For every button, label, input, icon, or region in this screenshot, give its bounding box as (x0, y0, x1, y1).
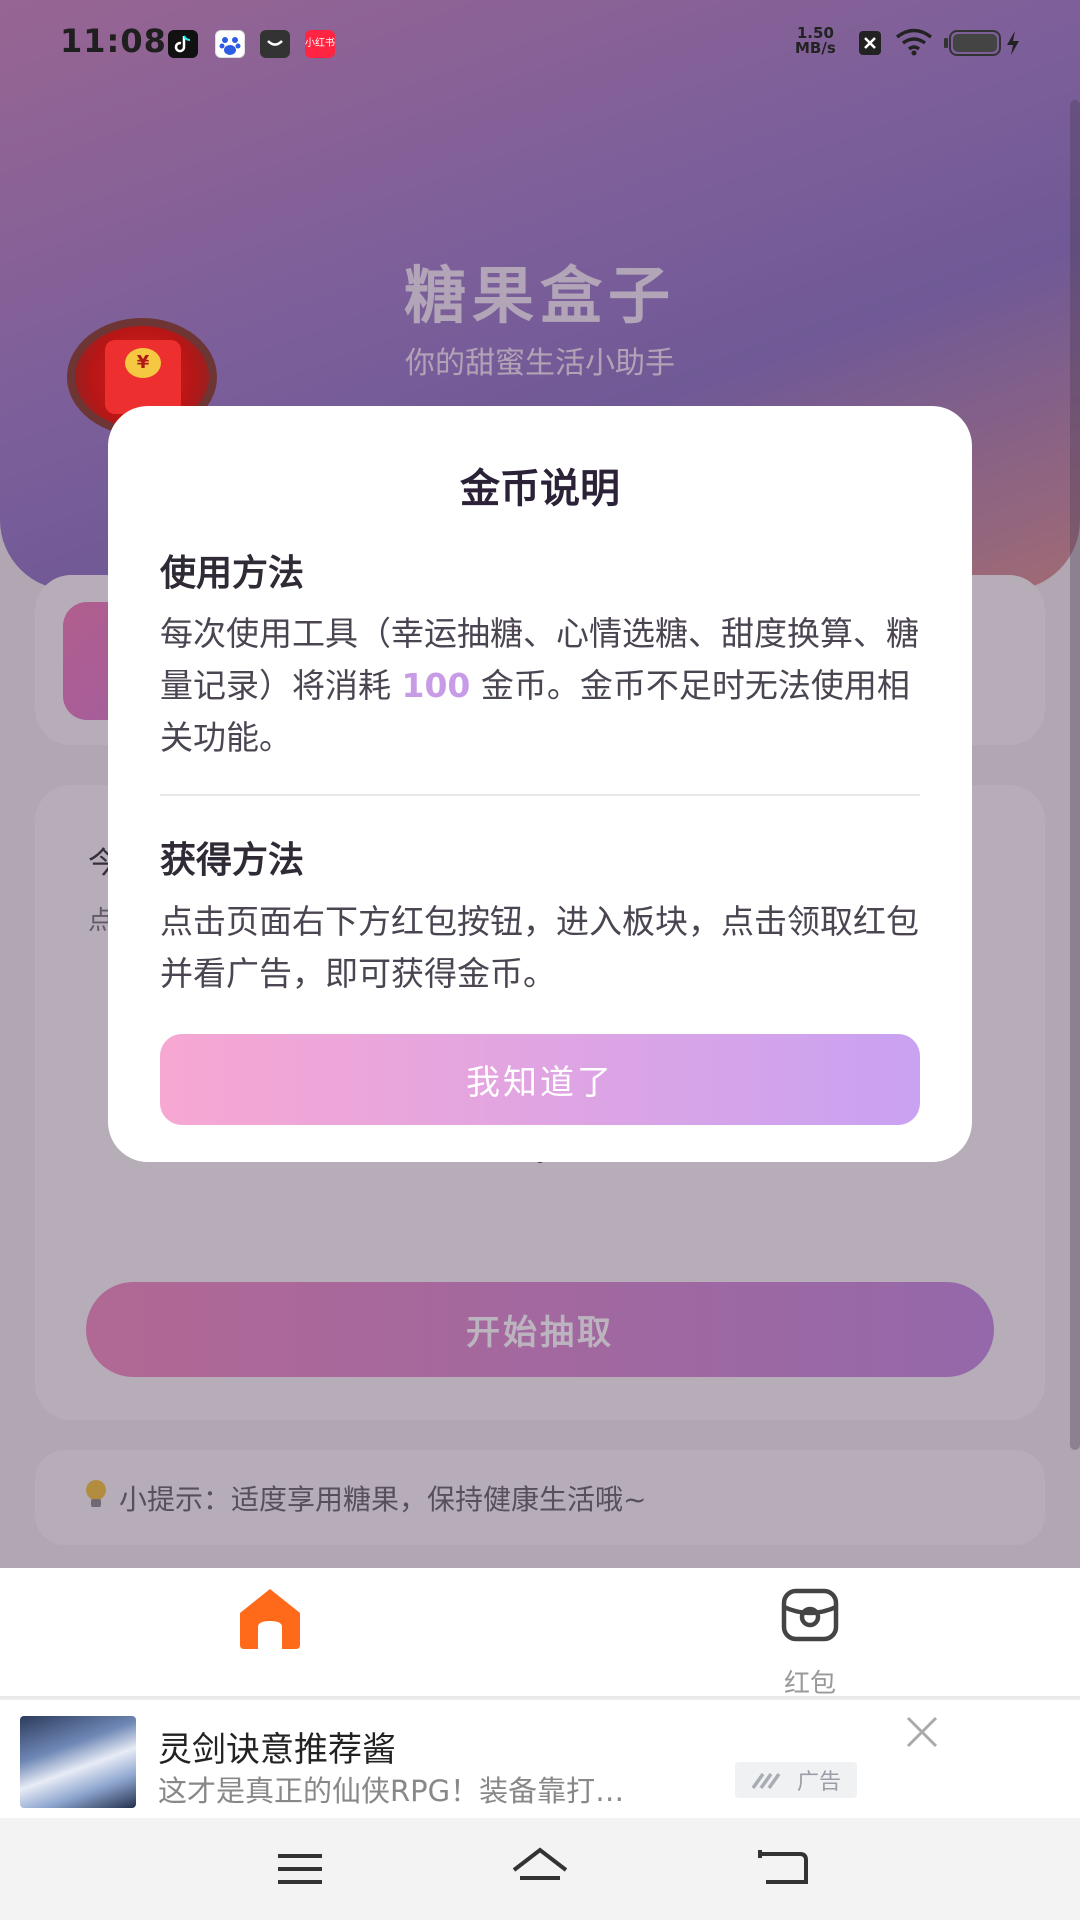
home-icon (240, 1589, 300, 1649)
coin-info-dialog: 金币说明 使用方法 每次使用工具（幸运抽糖、心情选糖、甜度换算、糖量记录）将消耗… (108, 406, 972, 1162)
bottom-nav: 红包 (0, 1568, 1080, 1699)
nav-label-red-packet: 红包 (783, 1669, 836, 1699)
ad-badge: 广告 (735, 1762, 857, 1798)
earn-section-title: 获得方法 (160, 840, 305, 881)
ad-title[interactable]: 灵剑诀意推荐酱 (158, 1722, 396, 1771)
ad-logo-icon (751, 1772, 781, 1790)
network-speed: 1.50 MB/s (795, 26, 836, 56)
tiktok-icon (168, 30, 198, 58)
yuan-coin-icon: ¥ (125, 348, 161, 378)
usage-section-title: 使用方法 (160, 553, 305, 594)
nav-item-red-packet[interactable]: 红包 (770, 1583, 850, 1699)
ad-banner[interactable]: 灵剑诀意推荐酱 这才是真正的仙侠RPG！装备靠打… 广告 (0, 1700, 1080, 1818)
nav-item-home[interactable] (230, 1583, 310, 1663)
menu-icon[interactable] (270, 1844, 330, 1894)
home-outline-icon[interactable] (510, 1844, 570, 1894)
charging-icon (1005, 30, 1021, 60)
mail-icon (260, 30, 290, 58)
xiaohongshu-icon: 小红书 (305, 30, 335, 58)
ad-description[interactable]: 这才是真正的仙侠RPG！装备靠打… (158, 1768, 728, 1810)
back-icon[interactable] (752, 1844, 812, 1894)
baidu-icon (215, 30, 245, 58)
divider (160, 794, 920, 796)
earn-section-text: 点击页面右下方红包按钮，进入板块，点击领取红包并看广告，即可获得金币。 (160, 902, 919, 993)
battery-icon (944, 30, 1002, 60)
usage-section-text: 每次使用工具（幸运抽糖、心情选糖、甜度换算、糖量记录）将消耗 100 金币。金币… (160, 608, 920, 764)
system-nav-bar (0, 1818, 1080, 1920)
red-packet-icon (781, 1588, 839, 1642)
usage-cost: 100 (401, 666, 471, 705)
status-bar: 11:08 小红书 1.50 MB/s (0, 0, 1080, 86)
status-time: 11:08 (60, 22, 167, 60)
wifi-icon (895, 28, 933, 60)
ad-image[interactable] (20, 1716, 136, 1808)
sim-x-icon (858, 30, 882, 60)
network-speed-unit: MB/s (795, 39, 836, 57)
got-it-button[interactable]: 我知道了 (160, 1034, 920, 1125)
close-icon[interactable] (900, 1710, 944, 1754)
ad-badge-label: 广告 (796, 1770, 841, 1795)
dialog-title: 金币说明 (460, 466, 620, 512)
